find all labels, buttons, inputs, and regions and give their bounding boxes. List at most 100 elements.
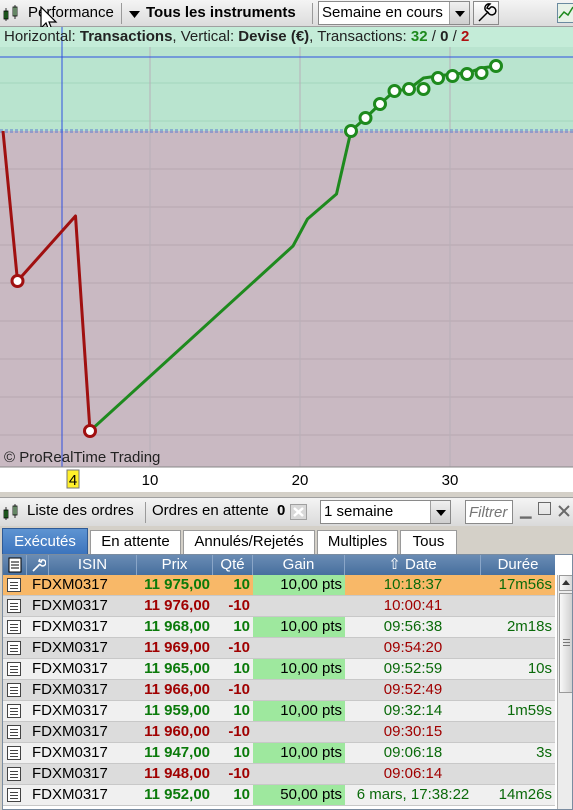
row-details-icon (3, 575, 27, 595)
trade-marker (474, 66, 489, 80)
period-select[interactable]: Semaine en cours (318, 1, 470, 25)
minimize-icon[interactable]: ▁ (520, 501, 532, 519)
transactions-losing-count: 2 (460, 28, 470, 45)
document-icon[interactable] (7, 788, 21, 802)
x-tick-label: 30 (442, 472, 459, 489)
details-column-icon[interactable] (3, 555, 27, 575)
trade-marker (387, 84, 402, 98)
cell-duration: 10s (527, 660, 552, 677)
scroll-thumb[interactable] (559, 593, 572, 693)
chart-canvas: 4 10 20 30 (0, 27, 573, 492)
cell-isin: FDXM0317 (32, 786, 108, 803)
document-icon[interactable] (7, 620, 21, 634)
table-header: ISIN Prix Qté Gain ⇧ Date Durée (3, 555, 555, 575)
orders-tabs: Exécutés En attente Annulés/Rejetés Mult… (0, 528, 573, 554)
chevron-down-icon[interactable] (129, 11, 140, 18)
tab-all[interactable]: Tous (400, 530, 457, 554)
cell-duration (481, 722, 555, 742)
cell-quantity: -10 (228, 639, 250, 656)
cell-isin: FDXM0317 (32, 597, 108, 614)
row-details-icon (3, 617, 27, 637)
clear-pending-button[interactable] (290, 504, 307, 520)
cell-duration (481, 638, 555, 658)
cell-date: 10:00:41 (383, 597, 443, 614)
tab-multiple[interactable]: Multiples (317, 530, 398, 554)
sort-up-icon: ⇧ (388, 556, 406, 573)
cell-quantity: 10 (233, 744, 250, 761)
table-row[interactable]: FDXM0317 11 965,00 10 10,00 pts 09:52:59 10s (3, 659, 555, 680)
chart-toolbar: Performance Tous les instruments Semaine… (0, 0, 573, 34)
orders-period-select[interactable]: 1 semaine (320, 500, 451, 524)
scroll-up-button[interactable] (559, 575, 572, 591)
cell-duration (481, 764, 555, 784)
document-icon[interactable] (7, 662, 21, 676)
document-icon[interactable] (7, 746, 21, 760)
table-row[interactable]: FDXM0317 11 948,00 -10 09:06:14 (3, 764, 555, 785)
cell-gain: 50,00 pts (253, 785, 345, 805)
document-icon[interactable] (7, 725, 21, 739)
tab-cancelled-rejected[interactable]: Annulés/Rejetés (183, 530, 315, 554)
document-icon[interactable] (7, 578, 21, 592)
table-row[interactable]: FDXM0317 11 960,00 -10 09:30:15 (3, 722, 555, 743)
filter-input[interactable] (465, 500, 513, 524)
table-row[interactable]: FDXM0317 11 959,00 10 10,00 pts 09:32:14 1m59… (3, 701, 555, 722)
vertical-scrollbar[interactable] (557, 575, 572, 809)
chevron-down-icon[interactable] (449, 2, 469, 24)
cell-gain: 10,00 pts (253, 575, 345, 595)
cell-gain (253, 596, 345, 616)
orders-period-value: 1 semaine (324, 503, 394, 520)
period-select-value: Semaine en cours (322, 4, 443, 21)
orders-list-title: Liste des ordres (27, 502, 134, 519)
column-header-duration[interactable]: Durée (481, 555, 555, 575)
document-icon[interactable] (7, 704, 21, 718)
table-row[interactable]: FDXM0317 11 975,00 10 10,00 pts 10:18:37 17m5… (3, 575, 555, 596)
document-icon[interactable] (7, 599, 21, 613)
cell-isin: FDXM0317 (32, 765, 108, 782)
cell-duration (481, 596, 555, 616)
performance-icon (3, 5, 18, 21)
table-row[interactable]: FDXM0317 11 952,00 10 50,00 pts 6 mars, 17:3… (3, 785, 555, 806)
executed-orders-table: ISIN Prix Qté Gain ⇧ Date Durée FDXM0317… (2, 554, 573, 810)
trade-marker (402, 82, 416, 96)
tab-executed[interactable]: Exécutés (2, 528, 88, 554)
maximize-icon[interactable] (538, 502, 551, 515)
cell-isin: FDXM0317 (32, 702, 108, 719)
settings-wrench-button[interactable] (473, 1, 499, 25)
performance-chart[interactable]: 4 10 20 30 Horizontal: Transactions, Vertic… (0, 27, 573, 492)
cell-price: 11 948,00 (144, 765, 210, 782)
settings-column-icon[interactable] (27, 555, 49, 575)
cell-gain (253, 638, 345, 658)
close-icon (293, 507, 304, 517)
tab-pending[interactable]: En attente (90, 530, 181, 554)
table-row[interactable]: FDXM0317 11 969,00 -10 09:54:20 (3, 638, 555, 659)
toolbar-separator (121, 3, 122, 24)
column-header-isin[interactable]: ISIN (49, 555, 137, 575)
table-row[interactable]: FDXM0317 11 976,00 -10 10:00:41 (3, 596, 555, 617)
close-icon[interactable] (557, 504, 571, 518)
table-row[interactable]: FDXM0317 11 966,00 -10 09:52:49 (3, 680, 555, 701)
cell-date: 09:06:18 (383, 744, 443, 761)
chart-view-icon[interactable] (557, 3, 573, 23)
document-icon[interactable] (7, 641, 21, 655)
cell-quantity: -10 (228, 681, 250, 698)
column-header-price[interactable]: Prix (137, 555, 213, 575)
column-header-quantity[interactable]: Qté (213, 555, 253, 575)
cell-isin: FDXM0317 (32, 639, 108, 656)
cell-isin: FDXM0317 (32, 723, 108, 740)
trade-marker (373, 97, 387, 111)
cell-price: 11 968,00 (144, 618, 210, 635)
cell-quantity: -10 (228, 597, 250, 614)
chevron-down-icon[interactable] (430, 501, 450, 523)
column-header-gain[interactable]: Gain (253, 555, 345, 575)
instruments-selector[interactable]: Tous les instruments (146, 0, 296, 27)
pending-orders-label: Ordres en attente (152, 502, 269, 519)
cell-date: 10:18:37 (383, 576, 443, 593)
cell-gain (253, 680, 345, 700)
table-row[interactable]: FDXM0317 11 968,00 10 10,00 pts 09:56:38 2m18… (3, 617, 555, 638)
x-tick-label: 20 (292, 472, 309, 489)
document-icon[interactable] (7, 767, 21, 781)
table-row[interactable]: FDXM0317 11 947,00 10 10,00 pts 09:06:18 3s (3, 743, 555, 764)
cell-gain: 10,00 pts (253, 743, 345, 763)
column-header-date[interactable]: ⇧ Date (345, 555, 481, 575)
document-icon[interactable] (7, 683, 21, 697)
